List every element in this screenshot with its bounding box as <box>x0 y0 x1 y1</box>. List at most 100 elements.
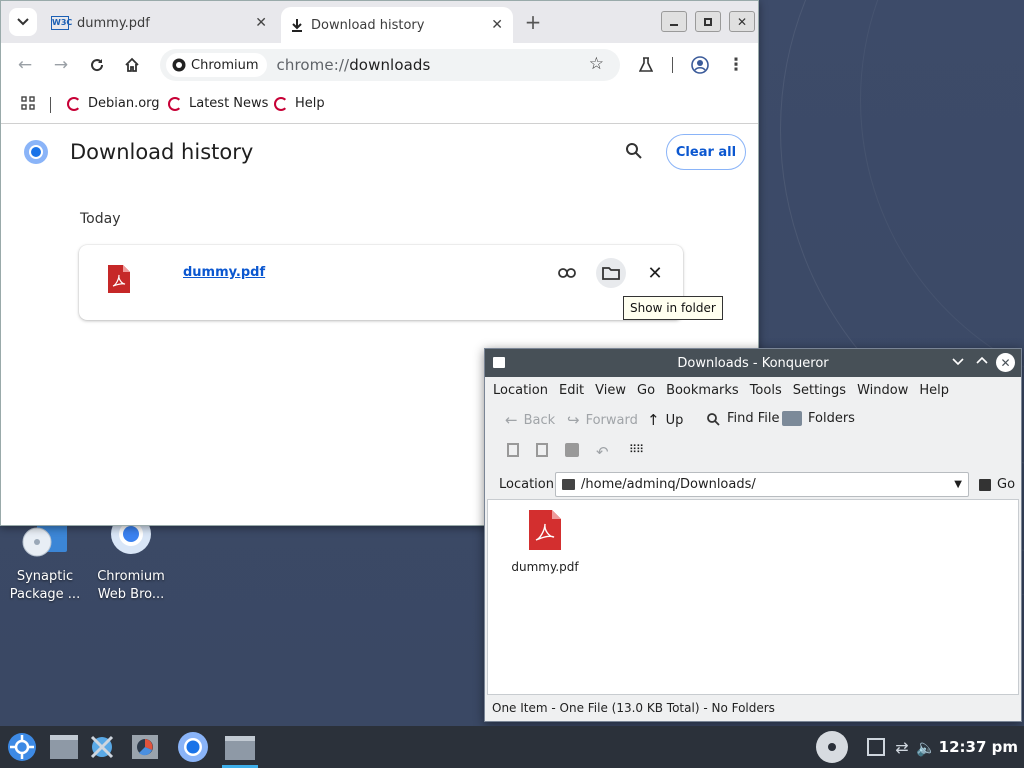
application-menu-icon <box>8 733 36 761</box>
close-window-button[interactable]: ✕ <box>729 11 755 32</box>
minimize-icon <box>670 23 678 26</box>
menu-help[interactable]: Help <box>919 383 949 398</box>
maximize-button[interactable] <box>695 11 721 32</box>
file-manager-icon <box>50 735 78 759</box>
bookmark-help[interactable]: Help <box>274 96 325 111</box>
start-menu-button[interactable] <box>4 730 40 764</box>
dropdown-arrow-icon[interactable]: ▼ <box>954 479 962 490</box>
clock[interactable]: 12:37 pm <box>939 738 1018 756</box>
menu-button[interactable]: ⋮ <box>722 51 750 79</box>
tray-media[interactable] <box>814 730 850 764</box>
close-tab-icon[interactable]: ✕ <box>255 15 267 31</box>
paste-button[interactable] <box>536 443 548 457</box>
file-item[interactable]: dummy.pdf <box>506 510 584 574</box>
menu-settings[interactable]: Settings <box>793 383 846 398</box>
link-icon <box>558 268 576 278</box>
window-menu-icon[interactable] <box>493 357 505 368</box>
browser-toolbar: ← → Chromium chrome://downloads ☆ ⋮ <box>1 43 758 87</box>
search-button[interactable] <box>625 142 647 164</box>
close-icon: ✕ <box>1000 355 1011 370</box>
back-button[interactable]: ← Back <box>505 411 555 429</box>
icon-grid-icon: ⠿⠿ <box>629 443 644 456</box>
taskbar-chromium[interactable] <box>175 730 211 764</box>
menu-go[interactable]: Go <box>637 383 655 398</box>
menu-tools[interactable]: Tools <box>750 383 782 398</box>
tab-download-history[interactable]: Download history ✕ <box>281 7 513 43</box>
menu-bookmarks[interactable]: Bookmarks <box>666 383 739 398</box>
bookmark-latest-news[interactable]: Latest News <box>168 96 268 111</box>
up-button[interactable]: ↑ Up <box>647 411 683 429</box>
find-file-button[interactable]: Find File <box>706 411 780 426</box>
folders-button[interactable]: Folders <box>782 411 855 426</box>
download-item: dummy.pdf ✕ <box>79 245 683 320</box>
desktop-icon-synaptic[interactable]: Synaptic Package ... <box>0 520 90 604</box>
folder-icon <box>225 735 255 760</box>
copy-link-button[interactable] <box>552 258 582 288</box>
close-button[interactable]: ✕ <box>996 353 1015 372</box>
show-in-folder-button[interactable] <box>596 258 626 288</box>
taskbar-konqueror[interactable] <box>222 730 258 768</box>
folder-icon <box>782 411 802 426</box>
debian-icon <box>67 96 81 111</box>
view-mode-button[interactable]: ⠿⠿ <box>629 443 644 456</box>
taskbar-network-tool[interactable] <box>84 730 120 764</box>
taskbar-file-manager[interactable] <box>46 730 82 764</box>
chevron-up-icon <box>976 356 988 364</box>
download-icon <box>292 19 302 32</box>
menu-window[interactable]: Window <box>857 383 908 398</box>
labs-button[interactable] <box>632 51 660 79</box>
apps-button[interactable] <box>21 96 35 110</box>
debian-icon <box>168 96 182 111</box>
arrow-right-icon: ↪ <box>567 411 580 429</box>
url-text[interactable]: chrome://downloads <box>277 56 431 74</box>
back-button[interactable]: ← <box>11 51 39 79</box>
minimize-button[interactable] <box>661 11 687 32</box>
menu-view[interactable]: View <box>595 383 626 398</box>
tab-search-button[interactable] <box>9 8 37 36</box>
tab-dummy-pdf[interactable]: W3C dummy.pdf ✕ <box>43 7 277 39</box>
reload-icon <box>91 59 104 72</box>
chromium-logo-icon <box>24 140 48 164</box>
profile-button[interactable] <box>686 51 714 79</box>
disc-icon <box>816 731 848 763</box>
bookmark-star-icon[interactable]: ☆ <box>589 54 604 74</box>
forward-button[interactable]: ↪ Forward <box>567 411 638 429</box>
chromium-icon <box>178 732 208 762</box>
paste-icon <box>536 443 548 457</box>
remove-button[interactable]: ✕ <box>640 258 670 288</box>
copy-button[interactable] <box>507 443 519 457</box>
minimize-button[interactable] <box>951 354 965 372</box>
w3c-icon: W3C <box>51 16 72 30</box>
undo-button[interactable]: ↶ <box>596 443 609 461</box>
arrow-up-icon: ↑ <box>647 411 660 429</box>
clear-all-button[interactable]: Clear all <box>666 134 746 170</box>
arrow-left-icon: ← <box>505 411 518 429</box>
forward-button[interactable]: → <box>47 51 75 79</box>
menu-edit[interactable]: Edit <box>559 383 584 398</box>
desktop-icon-chromium[interactable]: Chromium Web Bro... <box>86 514 176 604</box>
site-info-chip[interactable]: Chromium <box>166 53 267 77</box>
reload-button[interactable] <box>83 51 111 79</box>
download-filename-link[interactable]: dummy.pdf <box>183 265 265 280</box>
home-button[interactable] <box>118 51 146 79</box>
pdf-file-icon <box>108 265 130 293</box>
chromium-icon <box>107 514 155 564</box>
close-tab-icon[interactable]: ✕ <box>491 17 503 33</box>
pdf-file-icon <box>529 510 561 550</box>
bookmarks-divider <box>50 97 51 113</box>
search-icon <box>626 143 642 159</box>
back-label: Back <box>523 412 556 428</box>
go-button[interactable]: Go <box>979 477 1015 492</box>
konqueror-titlebar[interactable]: Downloads - Konqueror ✕ <box>485 349 1021 377</box>
flask-icon <box>639 57 653 72</box>
location-value: /home/adminq/Downloads/ <box>581 477 756 492</box>
menu-location[interactable]: Location <box>493 383 548 398</box>
trash-button[interactable] <box>565 443 579 457</box>
new-tab-button[interactable]: + <box>519 8 547 36</box>
location-input[interactable]: /home/adminq/Downloads/ ▼ <box>555 472 969 497</box>
bookmark-debian[interactable]: Debian.org <box>67 96 160 111</box>
taskbar-monitor[interactable] <box>127 730 163 764</box>
omnibox[interactable]: Chromium chrome://downloads ☆ <box>160 49 620 81</box>
maximize-icon <box>704 17 712 26</box>
maximize-button[interactable] <box>975 354 989 372</box>
